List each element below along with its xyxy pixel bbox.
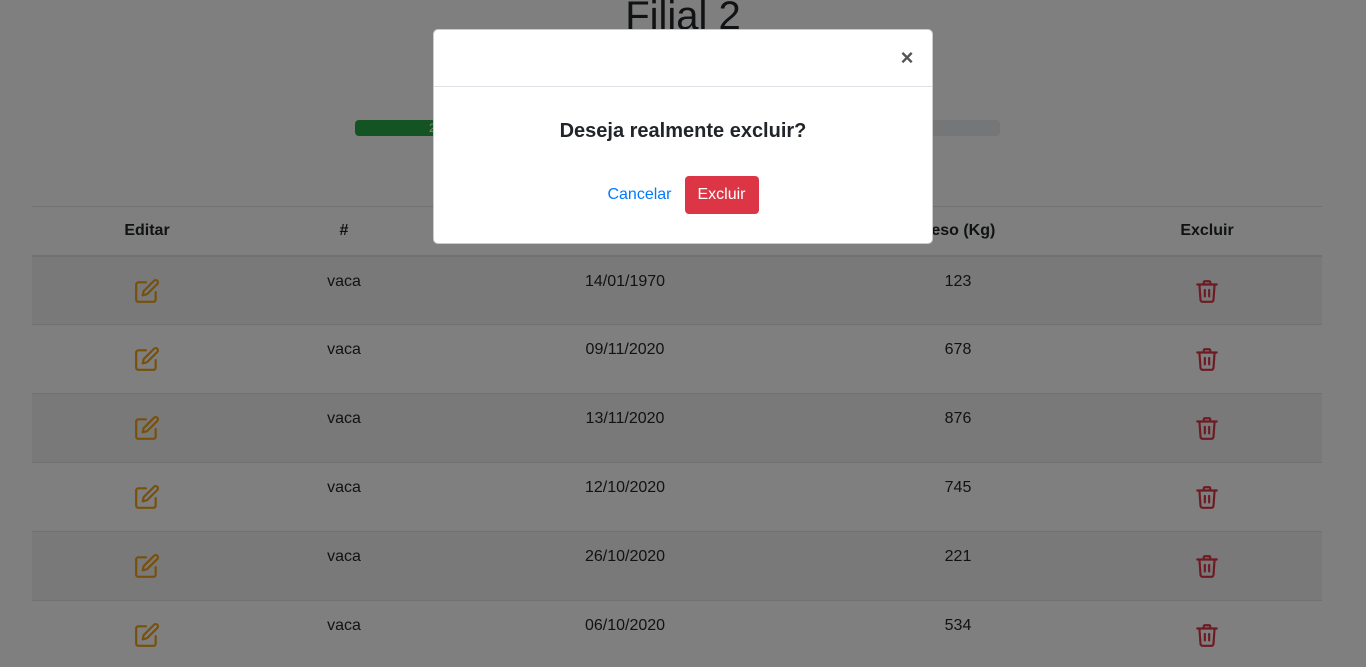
modal-header: ×	[434, 30, 932, 87]
confirm-delete-modal: × Deseja realmente excluir? Cancelar Exc…	[433, 29, 933, 244]
modal-question: Deseja realmente excluir?	[559, 120, 807, 142]
modal-actions: Cancelar Excluir	[434, 176, 932, 214]
page: Filial 2 25 Editar # Peso (Kg) Excluir v…	[0, 0, 1366, 667]
close-icon[interactable]: ×	[898, 46, 916, 70]
modal-body: Deseja realmente excluir? Cancelar Exclu…	[434, 87, 932, 214]
delete-confirm-button[interactable]: Excluir	[684, 176, 759, 214]
cancel-button[interactable]: Cancelar	[607, 178, 671, 212]
